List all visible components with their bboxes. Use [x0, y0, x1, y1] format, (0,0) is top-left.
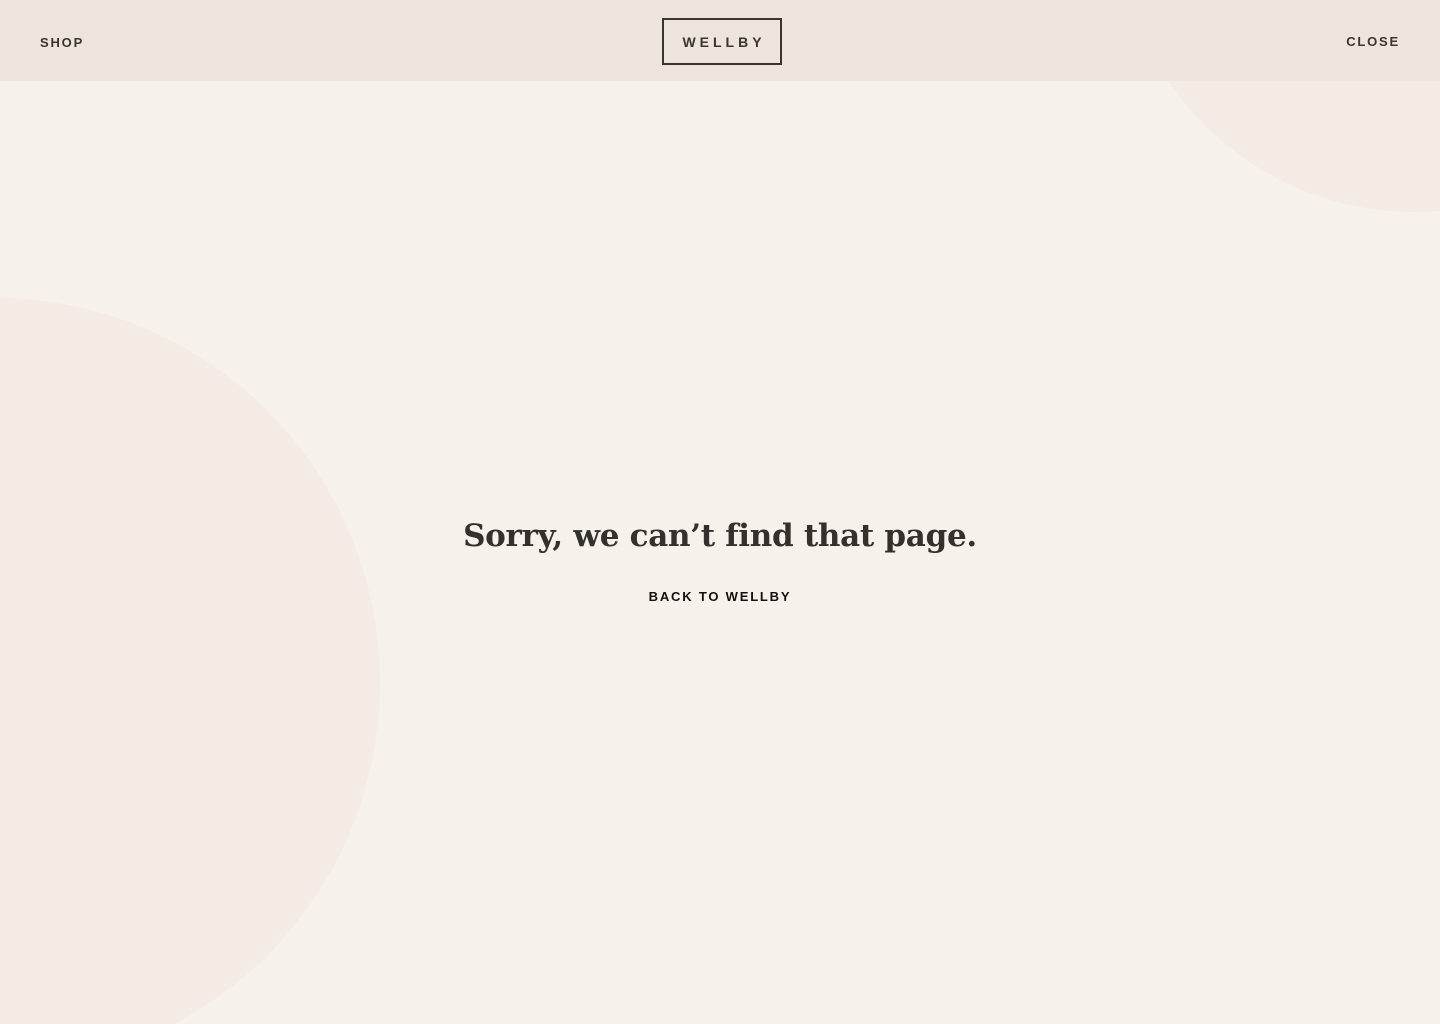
main-content: Sorry, we can’t find that page. BACK TO … [0, 0, 1440, 1024]
close-link[interactable]: CLOSE [1346, 34, 1400, 49]
top-navigation-bar: SHOP WELLBY CLOSE [0, 0, 1440, 81]
error-headline: Sorry, we can’t find that page. [463, 518, 977, 554]
back-to-home-row: BACK TO WELLBY [0, 589, 1440, 604]
back-to-wellby-link[interactable]: BACK TO WELLBY [649, 589, 792, 604]
wellby-logo[interactable]: WELLBY [662, 18, 782, 65]
shop-link[interactable]: SHOP [40, 35, 84, 50]
not-found-page: SHOP WELLBY CLOSE Sorry, we can’t find t… [0, 0, 1440, 1024]
